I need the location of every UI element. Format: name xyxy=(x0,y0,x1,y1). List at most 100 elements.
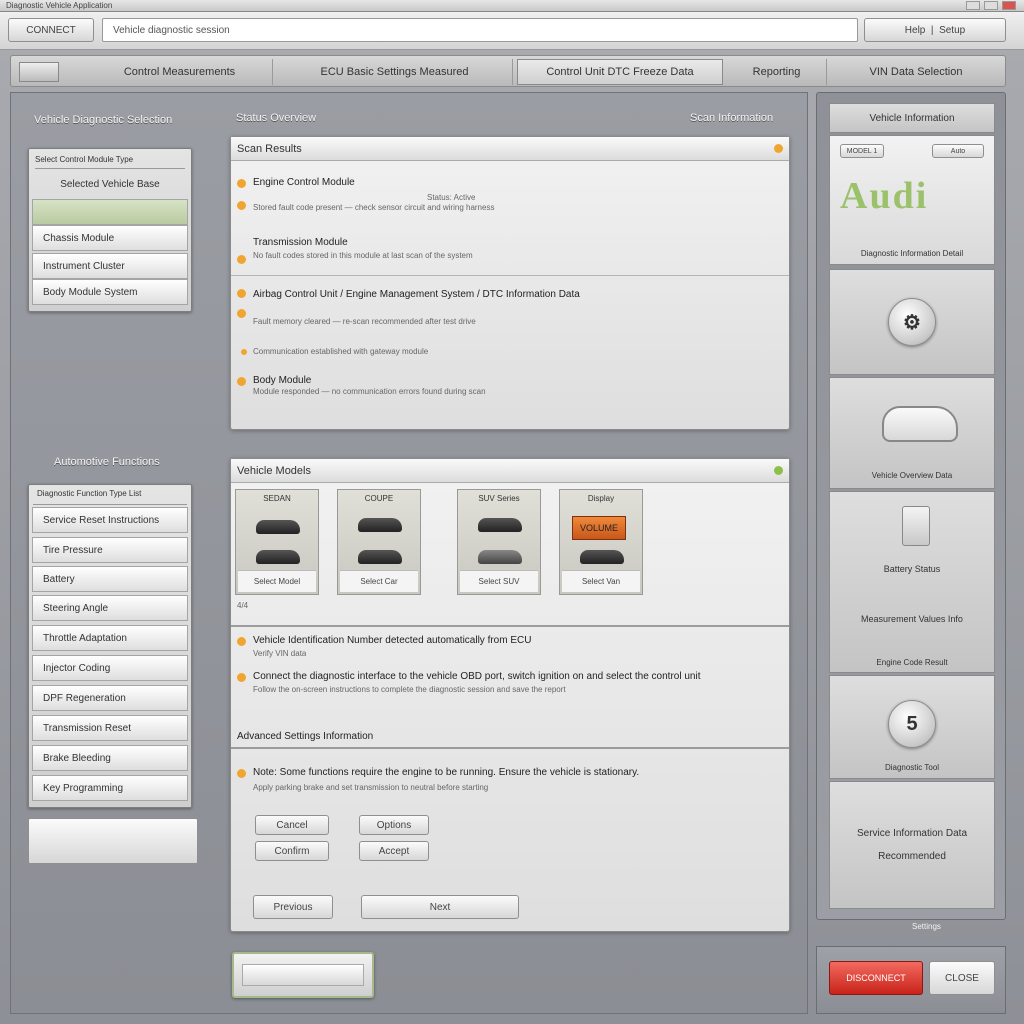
info-detail-label: Diagnostic Information Detail xyxy=(860,249,964,258)
divider xyxy=(231,625,789,627)
next-button[interactable]: Next xyxy=(361,895,519,919)
result-detail: Module responded — no communication erro… xyxy=(253,387,486,396)
car-icon xyxy=(358,518,402,532)
cell-label: Battery Status xyxy=(883,564,941,574)
brand-logo: Audi xyxy=(840,175,929,217)
tab-bar: Control Measurements ECU Basic Settings … xyxy=(10,55,1006,87)
car-icon xyxy=(478,550,522,564)
bottom-action-button[interactable] xyxy=(232,952,374,998)
car-icon xyxy=(478,518,522,532)
warning-dot-icon xyxy=(237,289,246,298)
list-item[interactable]: Key Programming xyxy=(32,775,188,801)
blank-action-button[interactable] xyxy=(28,818,198,864)
help-label: Help xyxy=(904,24,926,36)
menu-icon[interactable] xyxy=(19,62,59,82)
model-thumb-suv[interactable]: SUV Series Select SUV xyxy=(457,489,541,595)
thumb-footer: Select SUV xyxy=(460,570,538,592)
tab-reporting[interactable]: Reporting xyxy=(727,59,827,85)
warning-dot-icon xyxy=(237,201,246,210)
sidebar-cell-tool[interactable]: ⚙ xyxy=(829,269,995,375)
sidebar-cell-service[interactable]: Service Information Data Recommended xyxy=(829,781,995,909)
battery-icon xyxy=(902,506,930,546)
thumb-footer: Select Van xyxy=(562,570,640,592)
auto-badge[interactable]: Auto xyxy=(932,144,984,158)
vehicle-logo-panel: MODEL 1 Auto Audi Diagnostic Information… xyxy=(829,135,995,265)
list-item[interactable]: Body Module System xyxy=(32,279,188,305)
section-title-selection: Vehicle Diagnostic Selection xyxy=(34,114,173,126)
minimize-icon[interactable] xyxy=(966,1,980,10)
tab-control-measurements[interactable]: Control Measurements xyxy=(87,59,273,85)
car-icon xyxy=(256,550,300,564)
result-title[interactable]: Body Module xyxy=(253,375,311,386)
list-item[interactable]: Injector Coding xyxy=(32,655,188,681)
previous-button[interactable]: Previous xyxy=(253,895,333,919)
result-title[interactable]: Engine Control Module xyxy=(253,177,355,188)
action-footer: DISCONNECT CLOSE xyxy=(816,946,1006,1014)
list-item[interactable]: Throttle Adaptation xyxy=(32,625,188,651)
toolbar: CONNECT Vehicle diagnostic session Help … xyxy=(0,12,1024,50)
connect-button[interactable]: CONNECT xyxy=(8,18,94,42)
tab-ecu-basic-settings[interactable]: ECU Basic Settings Measured xyxy=(277,59,513,85)
card-header: Vehicle Models xyxy=(231,459,789,483)
status-dot-icon xyxy=(774,144,783,153)
model-thumb-display[interactable]: Display VOLUME Select Van xyxy=(559,489,643,595)
maximize-icon[interactable] xyxy=(984,1,998,10)
cancel-button[interactable]: Cancel xyxy=(255,815,329,835)
accept-button[interactable]: Accept xyxy=(359,841,429,861)
cell-label: Engine Code Result xyxy=(876,658,948,667)
list-item[interactable]: DPF Regeneration xyxy=(32,685,188,711)
disconnect-button[interactable]: DISCONNECT xyxy=(829,961,923,995)
list-item[interactable]: Service Reset Instructions xyxy=(32,507,188,533)
close-button[interactable]: CLOSE xyxy=(929,961,995,995)
cell-label: Vehicle Overview Data xyxy=(871,471,953,480)
result-title[interactable]: Airbag Control Unit / Engine Management … xyxy=(253,289,783,300)
warning-dot-icon xyxy=(237,255,246,264)
confirm-button[interactable]: Confirm xyxy=(255,841,329,861)
cell-sub: Measurement Values Info xyxy=(861,614,963,624)
result-detail: Stored fault code present — check sensor… xyxy=(253,203,495,212)
function-list: Diagnostic Function Type List Service Re… xyxy=(28,484,192,808)
setup-label: Setup xyxy=(939,24,966,36)
thumb-caption: SUV Series xyxy=(478,494,520,503)
thumb-caption: Display xyxy=(587,494,615,503)
sidebar-cell-vehicle[interactable]: Vehicle Overview Data xyxy=(829,377,995,489)
close-icon[interactable] xyxy=(1002,1,1016,10)
instruction-sub: Follow the on-screen instructions to com… xyxy=(253,685,566,694)
list-header: Diagnostic Function Type List xyxy=(33,489,187,505)
sidebar-cell-battery[interactable]: Battery Status Measurement Values Info E… xyxy=(829,491,995,673)
list-item[interactable]: Transmission Reset xyxy=(32,715,188,741)
help-button[interactable]: Help | Setup xyxy=(864,18,1006,42)
address-field[interactable]: Vehicle diagnostic session xyxy=(102,18,858,42)
list-item[interactable]: Steering Angle xyxy=(32,595,188,621)
car-outline-icon xyxy=(882,406,958,442)
warning-dot-icon xyxy=(237,377,246,386)
result-detail: Fault memory cleared — re-scan recommend… xyxy=(253,317,476,326)
list-item[interactable]: Tire Pressure xyxy=(32,537,188,563)
tab-freeze-data[interactable]: Control Unit DTC Freeze Data xyxy=(517,59,723,85)
list-item-selected[interactable] xyxy=(32,199,188,225)
model-thumb-sedan[interactable]: SEDAN Select Model xyxy=(235,489,319,595)
list-header: Select Control Module Type xyxy=(35,155,185,169)
vehicle-models-card: Vehicle Models SEDAN Select Model COUPE … xyxy=(230,458,790,932)
list-item[interactable]: Brake Bleeding xyxy=(32,745,188,771)
notice-dot-icon xyxy=(237,769,246,778)
tab-vin-data[interactable]: VIN Data Selection xyxy=(831,59,1001,85)
status-dot-icon xyxy=(774,466,783,475)
window-title: Diagnostic Vehicle Application xyxy=(6,1,113,10)
result-detail: Communication established with gateway m… xyxy=(253,347,429,356)
result-status: Status: Active xyxy=(427,193,476,202)
list-subheader: Selected Vehicle Base xyxy=(60,178,160,190)
list-item[interactable]: Instrument Cluster xyxy=(32,253,188,279)
list-item[interactable]: Chassis Module xyxy=(32,225,188,251)
vin-title: Vehicle Identification Number detected a… xyxy=(253,635,532,646)
options-button[interactable]: Options xyxy=(359,815,429,835)
window-title-bar: Diagnostic Vehicle Application xyxy=(0,0,1024,12)
model-thumb-coupe[interactable]: COUPE Select Car xyxy=(337,489,421,595)
volume-badge: VOLUME xyxy=(572,516,626,540)
model-badge[interactable]: MODEL 1 xyxy=(840,144,884,158)
divider xyxy=(231,275,789,276)
settings-link[interactable]: Settings xyxy=(912,922,941,931)
sidebar-cell-engine[interactable]: 5 Diagnostic Tool xyxy=(829,675,995,779)
list-item[interactable]: Battery xyxy=(32,566,188,592)
result-title[interactable]: Transmission Module xyxy=(253,237,348,248)
